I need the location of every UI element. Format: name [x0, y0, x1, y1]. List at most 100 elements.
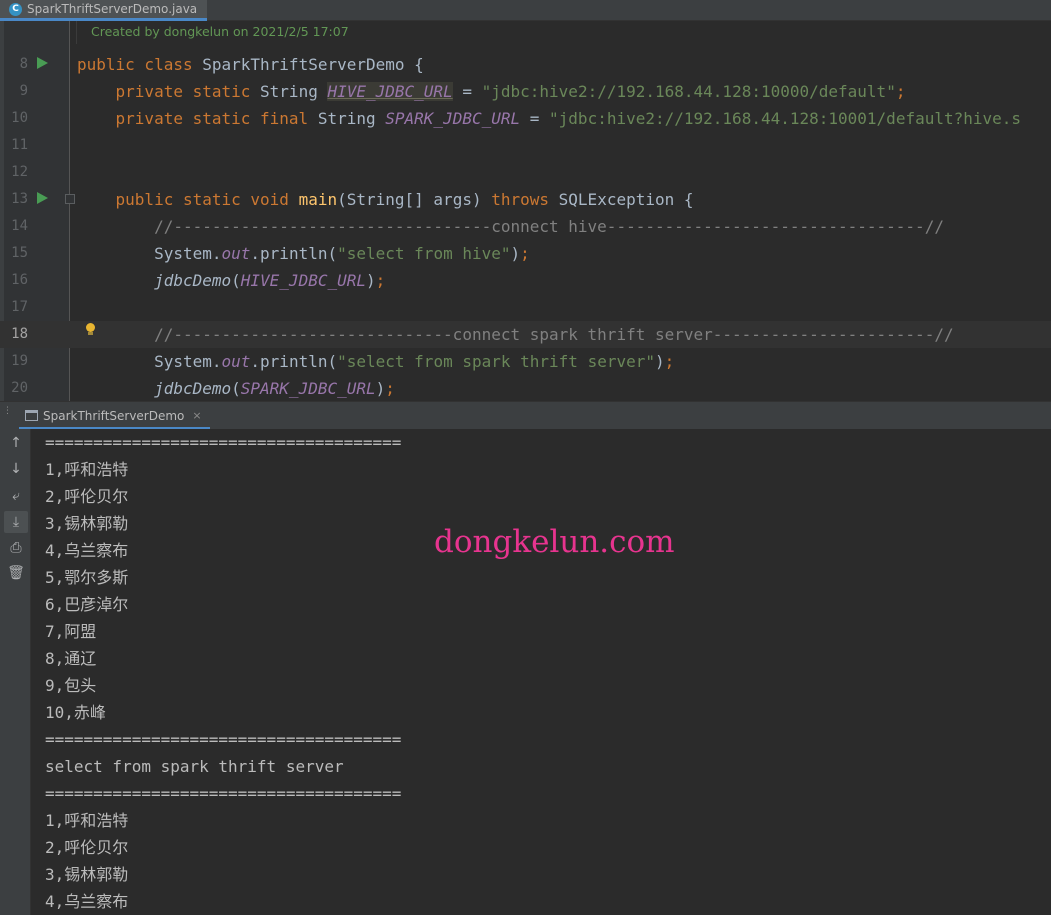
close-icon[interactable]: ×	[192, 409, 201, 422]
console-output[interactable]: ===================================== 1,呼…	[31, 429, 1051, 915]
editor-tab-bar: C SparkThriftServerDemo.java	[0, 0, 1051, 21]
code-token: "select from spark thrift server"	[337, 352, 655, 371]
run-tab-sparkthriftserverdemo[interactable]: SparkThriftServerDemo ×	[19, 404, 210, 430]
line-number: 10	[11, 110, 28, 126]
code-text: jdbcDemo(HIVE_JDBC_URL);	[77, 267, 385, 294]
code-token: .println(	[250, 244, 338, 263]
code-token: private static final	[115, 109, 318, 128]
code-token: ;	[664, 352, 675, 371]
code-line[interactable]: 17	[0, 294, 1051, 321]
code-editor[interactable]: Created by dongkelun on 2021/2/5 17:07 8…	[0, 21, 1051, 401]
console-line: 4,乌兰察布	[45, 541, 129, 560]
code-line[interactable]: 8 public class SparkThriftServerDemo {	[0, 51, 1051, 78]
code-line[interactable]: 10 private static final String SPARK_JDB…	[0, 105, 1051, 132]
code-token: ;	[385, 379, 395, 398]
console-line: =====================================	[45, 433, 402, 452]
line-number: 17	[11, 299, 28, 315]
console-line: 1,呼和浩特	[45, 460, 129, 479]
console-line: 9,包头	[45, 676, 97, 695]
line-number: 20	[11, 380, 28, 396]
code-line[interactable]: 11	[0, 132, 1051, 159]
code-token: public static void	[115, 190, 299, 209]
code-token: throws	[491, 190, 559, 209]
code-token: )	[375, 379, 386, 398]
console-line: 2,呼伦贝尔	[45, 838, 129, 857]
console-line: 3,锡林郭勒	[45, 865, 129, 884]
code-token: public class	[77, 55, 203, 74]
code-token: SparkThriftServerDemo {	[202, 55, 424, 74]
code-token: )	[366, 271, 376, 290]
lightbulb-icon[interactable]	[85, 323, 96, 336]
console-line: 3,锡林郭勒	[45, 514, 129, 533]
code-text: System.out.println("select from hive");	[77, 240, 530, 267]
code-line[interactable]: 20 jdbcDemo(SPARK_JDBC_URL);	[0, 375, 1051, 401]
indent-guide	[76, 21, 77, 44]
code-line[interactable]: 14 //---------------------------------co…	[0, 213, 1051, 240]
line-number: 18	[11, 326, 28, 342]
console-icon	[25, 410, 38, 421]
console-line: 10,赤峰	[45, 703, 106, 722]
run-main-icon[interactable]	[37, 192, 48, 204]
console-line: 8,通辽	[45, 649, 97, 668]
trash-icon[interactable]: 🗑	[4, 562, 28, 584]
code-token: jdbcDemo	[154, 379, 232, 398]
code-line[interactable]: 18 //-----------------------------connec…	[0, 321, 1051, 348]
code-line[interactable]: 16 jdbcDemo(HIVE_JDBC_URL);	[0, 267, 1051, 294]
line-number: 14	[11, 218, 28, 234]
line-number: 8	[19, 56, 28, 72]
code-text: //-----------------------------connect s…	[77, 321, 954, 348]
code-text: System.out.println("select from spark th…	[77, 348, 674, 375]
code-text: jdbcDemo(SPARK_JDBC_URL);	[77, 375, 395, 401]
run-tab-label: SparkThriftServerDemo	[43, 408, 185, 423]
scroll-to-end-icon[interactable]: ⤓	[4, 511, 28, 533]
fold-icon[interactable]	[65, 194, 75, 204]
console-line: 6,巴彦淖尔	[45, 595, 129, 614]
code-token: "select from hive"	[337, 244, 511, 263]
code-line[interactable]: 15 System.out.println("select from hive"…	[0, 240, 1051, 267]
editor-tab-sparkthriftserverdemo[interactable]: C SparkThriftServerDemo.java	[0, 0, 208, 21]
author-annotation: Created by dongkelun on 2021/2/5 17:07	[91, 24, 349, 39]
code-token: String	[260, 82, 328, 101]
console-line: 4,乌兰察布	[45, 892, 129, 911]
code-line[interactable]: 19 System.out.println("select from spark…	[0, 348, 1051, 375]
code-text: private static final String SPARK_JDBC_U…	[77, 105, 1022, 132]
editor-tab-label: SparkThriftServerDemo.java	[27, 2, 198, 16]
code-token: (	[231, 271, 241, 290]
console-line: =====================================	[45, 784, 402, 803]
code-token: private static	[115, 82, 261, 101]
code-line[interactable]: 12	[0, 159, 1051, 186]
code-token: HIVE_JDBC_URL	[240, 271, 366, 290]
code-token: //-----------------------------connect s…	[154, 325, 954, 344]
code-line[interactable]: 9 private static String HIVE_JDBC_URL = …	[0, 78, 1051, 105]
drag-handle-icon[interactable]: ⋮	[3, 407, 12, 416]
run-toolbar: ↑ ↓ ⤶ ⤓ ⎙ 🗑	[0, 429, 31, 915]
code-token: System.	[77, 244, 222, 263]
line-number: 16	[11, 272, 28, 288]
run-class-icon[interactable]	[37, 57, 48, 69]
console-line: 2,呼伦贝尔	[45, 487, 129, 506]
code-text: public static void main(String[] args) t…	[77, 186, 694, 213]
run-tool-window-header: ⋮ SparkThriftServerDemo ×	[0, 401, 1051, 430]
code-token: (String[] args)	[337, 190, 492, 209]
code-token: "jdbc:hive2://192.168.44.128:10001/defau…	[549, 109, 1022, 128]
code-token: )	[510, 244, 521, 263]
console-line: select from spark thrift server	[45, 757, 344, 776]
code-token: SPARK_JDBC_URL	[240, 379, 376, 398]
code-line[interactable]: 13 public static void main(String[] args…	[0, 186, 1051, 213]
line-number: 12	[11, 164, 28, 180]
print-icon[interactable]: ⎙	[4, 537, 28, 559]
arrow-up-icon[interactable]: ↑	[4, 432, 28, 454]
watermark: dongkelun.com	[434, 524, 675, 560]
code-token: out	[221, 352, 251, 371]
soft-wrap-icon[interactable]: ⤶	[4, 485, 28, 507]
console-line: 5,鄂尔多斯	[45, 568, 129, 587]
code-token: SQLException {	[558, 190, 694, 209]
console-line: =====================================	[45, 730, 402, 749]
line-number: 19	[11, 353, 28, 369]
arrow-down-icon[interactable]: ↓	[4, 458, 28, 480]
